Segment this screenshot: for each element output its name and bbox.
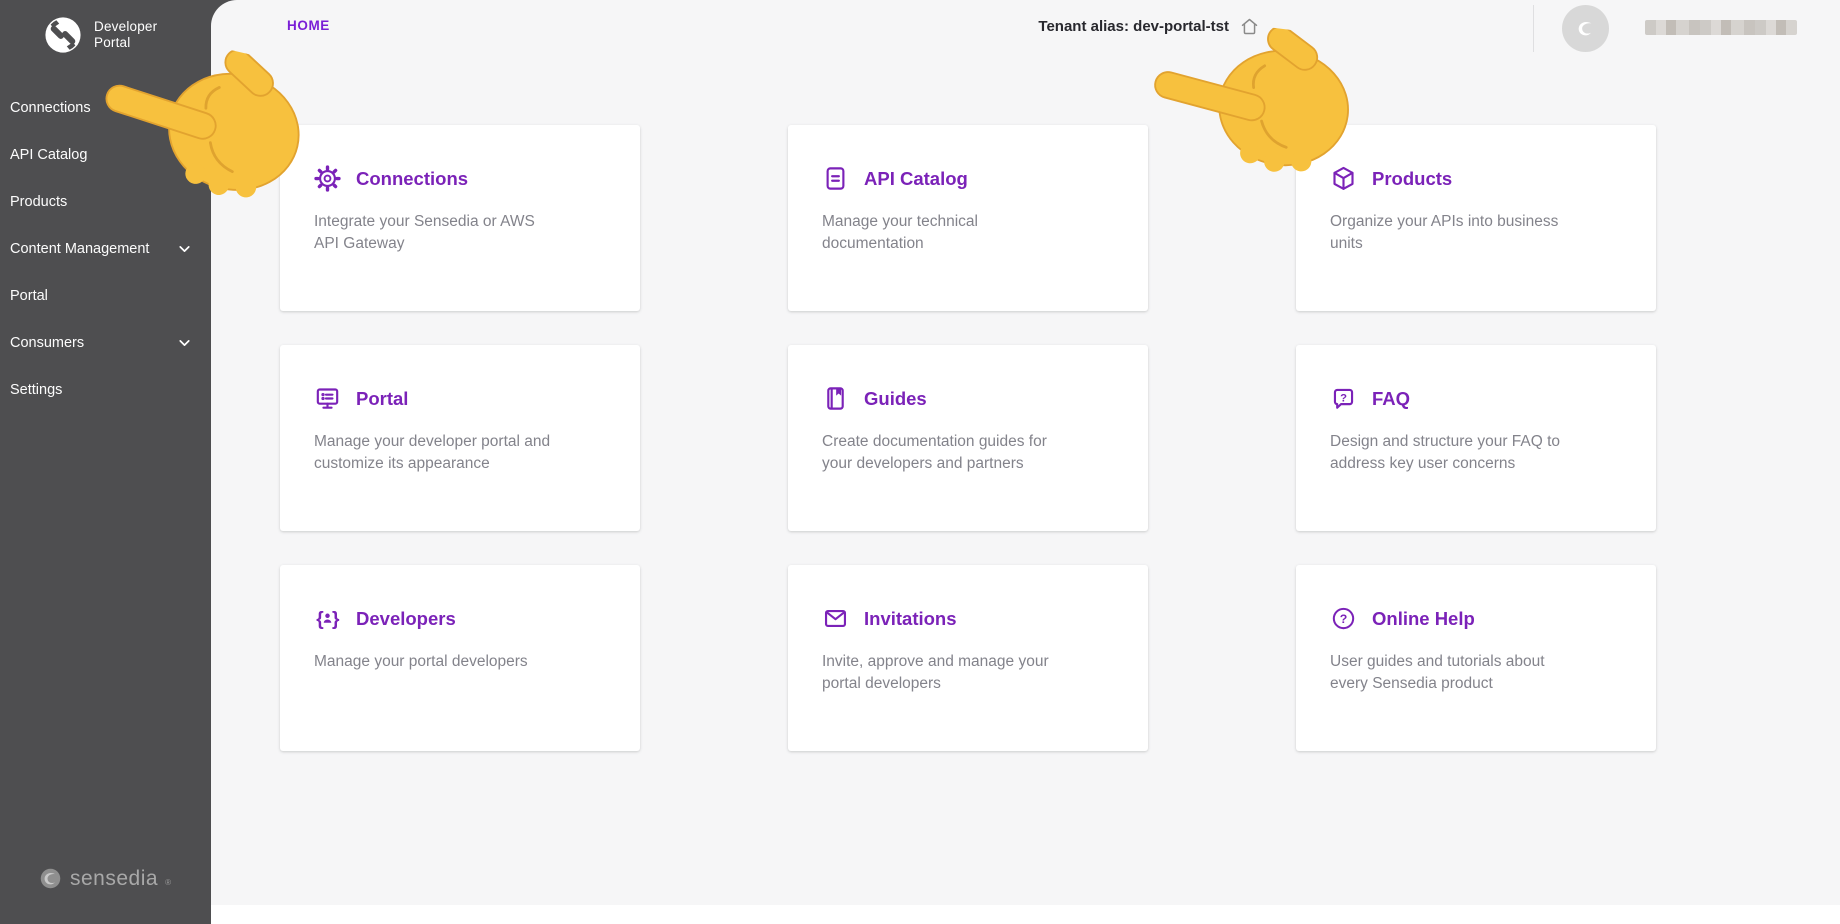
card-title: FAQ: [1372, 388, 1410, 410]
card-description: Manage your portal developers: [314, 651, 560, 673]
sensedia-footer-text: sensedia: [70, 867, 158, 891]
sidebar-item-connections[interactable]: Connections: [0, 84, 211, 131]
card-guides[interactable]: Guides Create documentation guides for y…: [788, 345, 1148, 531]
registered-mark: ®: [165, 878, 171, 887]
user-name-redacted[interactable]: [1645, 20, 1797, 35]
svg-text:?: ?: [1340, 392, 1347, 404]
card-description: Organize your APIs into business units: [1330, 211, 1576, 255]
sidebar-item-portal[interactable]: Portal: [0, 272, 211, 319]
question-circle-icon: ?: [1330, 605, 1357, 632]
card-api-catalog[interactable]: API Catalog Manage your technical docume…: [788, 125, 1148, 311]
card-title: Online Help: [1372, 608, 1475, 630]
card-portal[interactable]: Portal Manage your developer portal and …: [280, 345, 640, 531]
cube-icon: [1330, 165, 1357, 192]
card-invitations[interactable]: Invitations Invite, approve and manage y…: [788, 565, 1148, 751]
card-description: Manage your technical documentation: [822, 211, 1068, 255]
breadcrumb-home-link[interactable]: HOME: [287, 18, 330, 33]
sidebar-nav: Connections API Catalog Products Content…: [0, 84, 211, 413]
braces-user-icon: { }: [314, 605, 341, 632]
user-avatar[interactable]: [1562, 5, 1609, 52]
card-connections[interactable]: Connections Integrate your Sensedia or A…: [280, 125, 640, 311]
header-divider: [1533, 5, 1534, 52]
sidebar-item-settings[interactable]: Settings: [0, 366, 211, 413]
home-icon[interactable]: [1239, 16, 1260, 37]
svg-text:{: {: [316, 609, 324, 630]
card-title: Developers: [356, 608, 456, 630]
card-description: Manage your developer portal and customi…: [314, 431, 560, 475]
sensedia-footer-logo: sensedia ®: [38, 866, 171, 891]
tenant-alias: Tenant alias: dev-portal-tst: [1038, 16, 1260, 37]
card-faq[interactable]: ? FAQ Design and structure your FAQ to a…: [1296, 345, 1656, 531]
gear-icon: [314, 165, 341, 192]
card-title: API Catalog: [864, 168, 968, 190]
card-description: Design and structure your FAQ to address…: [1330, 431, 1576, 475]
document-icon: [822, 165, 849, 192]
app-title: Developer Portal: [94, 19, 157, 51]
monitor-icon: [314, 385, 341, 412]
svg-text:}: }: [332, 609, 340, 630]
sidebar: Developer Portal Connections API Catalog…: [0, 0, 211, 924]
app-logo: Developer Portal: [44, 16, 157, 54]
card-description: Create documentation guides for your dev…: [822, 431, 1068, 475]
sidebar-item-content-management[interactable]: Content Management: [0, 225, 211, 272]
envelope-icon: [822, 605, 849, 632]
sensedia-swirl-icon: [38, 866, 63, 891]
card-description: User guides and tutorials about every Se…: [1330, 651, 1576, 695]
card-products[interactable]: Products Organize your APIs into busines…: [1296, 125, 1656, 311]
main-content: HOME Tenant alias: dev-portal-tst: [211, 0, 1840, 924]
question-bubble-icon: ?: [1330, 385, 1357, 412]
card-developers[interactable]: { } Developers Manage your portal develo…: [280, 565, 640, 751]
book-icon: [822, 385, 849, 412]
sensedia-mark-icon: [44, 16, 82, 54]
card-title: Products: [1372, 168, 1452, 190]
card-title: Portal: [356, 388, 408, 410]
card-online-help[interactable]: ? Online Help User guides and tutorials …: [1296, 565, 1656, 751]
card-description: Invite, approve and manage your portal d…: [822, 651, 1068, 695]
sidebar-item-consumers[interactable]: Consumers: [0, 319, 211, 366]
home-card-grid: Connections Integrate your Sensedia or A…: [280, 125, 1656, 751]
sidebar-item-products[interactable]: Products: [0, 178, 211, 225]
svg-text:?: ?: [1340, 612, 1348, 626]
sidebar-item-api-catalog[interactable]: API Catalog: [0, 131, 211, 178]
tenant-alias-text: Tenant alias: dev-portal-tst: [1038, 18, 1229, 35]
chevron-down-icon: [176, 334, 193, 351]
card-title: Connections: [356, 168, 468, 190]
card-title: Invitations: [864, 608, 957, 630]
sensedia-swirl-icon: [1572, 15, 1599, 42]
card-title: Guides: [864, 388, 927, 410]
page-bottom-strip: [211, 905, 1840, 924]
chevron-down-icon: [176, 240, 193, 257]
card-description: Integrate your Sensedia or AWS API Gatew…: [314, 211, 560, 255]
